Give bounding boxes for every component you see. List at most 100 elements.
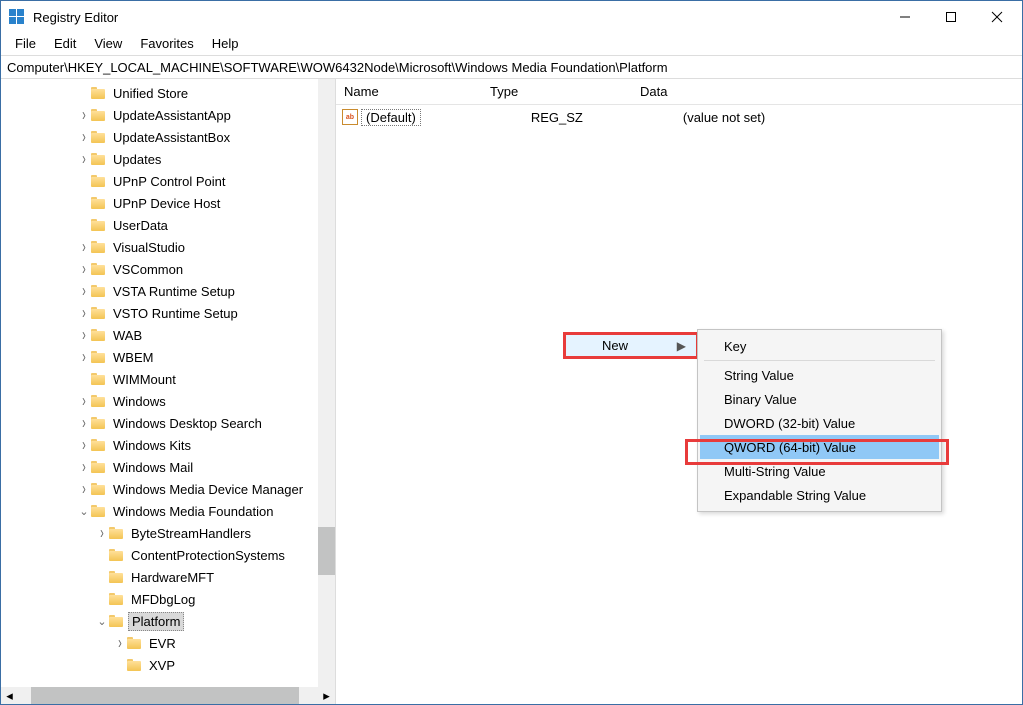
- tree-item[interactable]: UPnP Control Point: [1, 170, 335, 192]
- hscroll-thumb[interactable]: [31, 687, 299, 704]
- value-type: REG_SZ: [531, 110, 583, 125]
- scroll-thumb[interactable]: [318, 527, 335, 575]
- tree-item[interactable]: ›Windows Desktop Search: [1, 412, 335, 434]
- scroll-right-icon[interactable]: ▸: [318, 687, 335, 704]
- tree-item-label: ContentProtectionSystems: [128, 547, 288, 564]
- tree-item[interactable]: UserData: [1, 214, 335, 236]
- tree-item[interactable]: › VSCommon: [1, 258, 335, 280]
- submenu-key[interactable]: Key: [700, 334, 939, 358]
- folder-icon: [91, 262, 107, 276]
- close-button[interactable]: [974, 2, 1020, 32]
- tree-item[interactable]: ›Windows: [1, 390, 335, 412]
- chevron-right-icon[interactable]: ›: [77, 280, 91, 302]
- col-type[interactable]: Type: [482, 84, 632, 99]
- chevron-right-icon[interactable]: ›: [77, 104, 91, 126]
- chevron-down-icon[interactable]: ⌄: [77, 504, 91, 518]
- value-name[interactable]: (Default): [361, 109, 421, 126]
- submenu-binary[interactable]: Binary Value: [700, 387, 939, 411]
- tree-list[interactable]: Unified Store›UpdateAssistantApp›UpdateA…: [1, 79, 335, 676]
- folder-icon: [91, 328, 107, 342]
- tree-item[interactable]: ⌄Platform: [1, 610, 335, 632]
- tree-item-label: UPnP Control Point: [110, 173, 229, 190]
- folder-icon: [91, 394, 107, 408]
- tree-item[interactable]: ContentProtectionSystems: [1, 544, 335, 566]
- submenu-expandable[interactable]: Expandable String Value: [700, 483, 939, 507]
- folder-icon: [91, 504, 107, 518]
- tree-item[interactable]: MFDbgLog: [1, 588, 335, 610]
- tree-item[interactable]: ›WBEM: [1, 346, 335, 368]
- minimize-button[interactable]: [882, 2, 928, 32]
- submenu-qword[interactable]: QWORD (64-bit) Value: [700, 435, 939, 459]
- folder-icon: [109, 570, 125, 584]
- maximize-button[interactable]: [928, 2, 974, 32]
- horizontal-scrollbar[interactable]: ◂ ▸: [1, 687, 335, 704]
- tree-item[interactable]: ›VisualStudio: [1, 236, 335, 258]
- vertical-scrollbar[interactable]: [318, 79, 335, 687]
- tree-item[interactable]: › WAB: [1, 324, 335, 346]
- tree-item[interactable]: ›UpdateAssistantApp: [1, 104, 335, 126]
- tree-item[interactable]: › EVR: [1, 632, 335, 654]
- value-row[interactable]: ab (Default) REG_SZ (value not set): [336, 105, 1022, 127]
- folder-icon: [109, 526, 125, 540]
- tree-item[interactable]: ›VSTA Runtime Setup: [1, 280, 335, 302]
- folder-icon: [91, 152, 107, 166]
- window-controls: [882, 2, 1020, 32]
- tree-item-label: WAB: [110, 327, 145, 344]
- menubar: File Edit View Favorites Help: [1, 33, 1022, 55]
- tree-item[interactable]: HardwareMFT: [1, 566, 335, 588]
- chevron-right-icon[interactable]: ›: [77, 302, 91, 324]
- chevron-right-icon[interactable]: ›: [77, 126, 91, 148]
- chevron-right-icon[interactable]: ›: [77, 324, 91, 346]
- tree-item[interactable]: WIMMount: [1, 368, 335, 390]
- tree-item[interactable]: › Windows Mail: [1, 456, 335, 478]
- chevron-right-icon[interactable]: ›: [77, 478, 91, 500]
- folder-icon: [91, 482, 107, 496]
- context-submenu: Key String Value Binary Value DWORD (32-…: [697, 329, 942, 512]
- menu-file[interactable]: File: [7, 34, 44, 54]
- tree-item[interactable]: ›ByteStreamHandlers: [1, 522, 335, 544]
- tree-item-label: Windows Mail: [110, 459, 196, 476]
- tree-item[interactable]: ›Windows Kits: [1, 434, 335, 456]
- menu-favorites[interactable]: Favorites: [132, 34, 201, 54]
- submenu-dword[interactable]: DWORD (32-bit) Value: [700, 411, 939, 435]
- menu-view[interactable]: View: [86, 34, 130, 54]
- column-headers[interactable]: Name Type Data: [336, 79, 1022, 105]
- app-icon: [9, 9, 25, 25]
- tree-item[interactable]: ⌄Windows Media Foundation: [1, 500, 335, 522]
- chevron-right-icon[interactable]: ›: [77, 258, 91, 280]
- col-data[interactable]: Data: [632, 84, 1022, 99]
- spacer: [95, 592, 109, 606]
- tree-item[interactable]: ›UpdateAssistantBox: [1, 126, 335, 148]
- tree-item[interactable]: UPnP Device Host: [1, 192, 335, 214]
- tree-item[interactable]: ›Updates: [1, 148, 335, 170]
- tree-item[interactable]: ›VSTO Runtime Setup: [1, 302, 335, 324]
- chevron-right-icon[interactable]: ›: [113, 632, 127, 654]
- titlebar: Registry Editor: [1, 1, 1022, 33]
- col-name[interactable]: Name: [336, 84, 482, 99]
- chevron-right-icon[interactable]: ›: [77, 412, 91, 434]
- tree-item-label: VSCommon: [110, 261, 186, 278]
- context-menu-new[interactable]: New ▶: [563, 332, 699, 359]
- tree-item[interactable]: XVP: [1, 654, 335, 676]
- chevron-right-icon[interactable]: ›: [77, 434, 91, 456]
- tree-item-label: EVR: [146, 635, 179, 652]
- tree-item[interactable]: ›Windows Media Device Manager: [1, 478, 335, 500]
- context-menu-new-label: New: [602, 338, 628, 353]
- submenu-multistring[interactable]: Multi-String Value: [700, 459, 939, 483]
- folder-icon: [109, 592, 125, 606]
- chevron-right-icon[interactable]: ›: [77, 148, 91, 170]
- tree-item[interactable]: Unified Store: [1, 82, 335, 104]
- chevron-right-icon[interactable]: ›: [77, 346, 91, 368]
- chevron-down-icon[interactable]: ⌄: [95, 614, 109, 628]
- menu-edit[interactable]: Edit: [46, 34, 84, 54]
- chevron-right-icon[interactable]: ›: [77, 236, 91, 258]
- chevron-right-icon[interactable]: ›: [77, 390, 91, 412]
- submenu-string[interactable]: String Value: [700, 363, 939, 387]
- chevron-right-icon[interactable]: ›: [77, 456, 91, 478]
- menu-help[interactable]: Help: [204, 34, 247, 54]
- address-bar[interactable]: Computer\HKEY_LOCAL_MACHINE\SOFTWARE\WOW…: [1, 55, 1022, 79]
- scroll-left-icon[interactable]: ◂: [1, 687, 18, 704]
- folder-icon: [91, 416, 107, 430]
- tree-item-label: MFDbgLog: [128, 591, 198, 608]
- chevron-right-icon[interactable]: ›: [95, 522, 109, 544]
